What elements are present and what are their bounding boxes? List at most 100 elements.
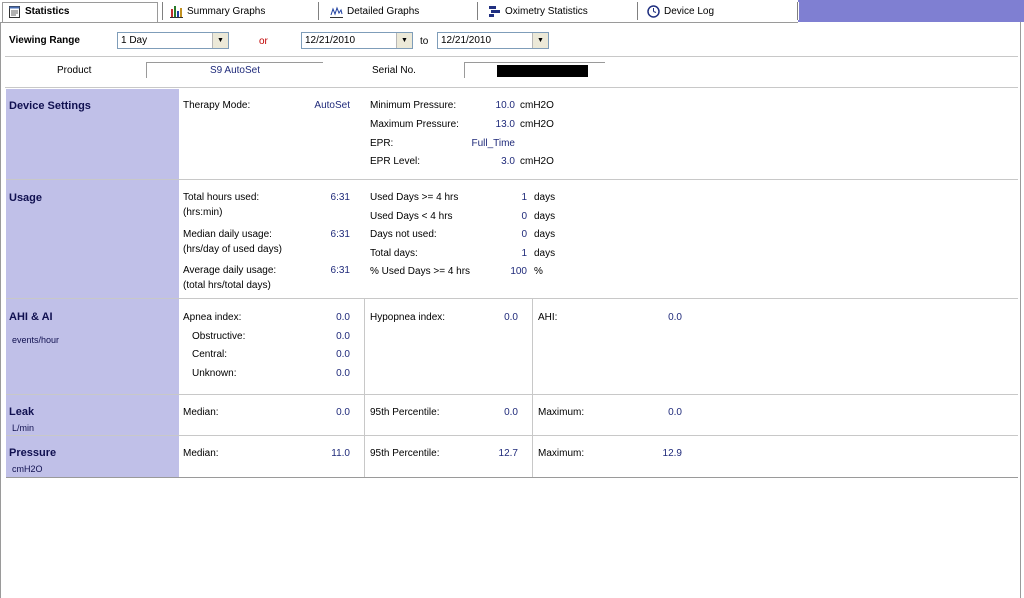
min-pressure-value: 10.0 [495, 100, 515, 111]
tab-oximetry-statistics[interactable]: Oximetry Statistics [488, 2, 588, 21]
to-label: to [420, 36, 429, 47]
max-pressure-value: 13.0 [495, 119, 515, 130]
product-label: Product [57, 65, 92, 76]
not-used-value: 0 [521, 229, 527, 240]
range-select[interactable]: 1 Day ▼ [117, 32, 229, 49]
chevron-down-icon[interactable]: ▼ [396, 33, 412, 48]
days-unit: days [534, 229, 556, 240]
average-usage-label: Average daily usage: [183, 265, 277, 276]
chevron-down-icon[interactable]: ▼ [212, 33, 228, 48]
median-usage-label: Median daily usage: [183, 229, 272, 240]
median-usage-sub: (hrs/day of used days) [183, 244, 282, 255]
average-usage-sub: (total hrs/total days) [183, 280, 271, 291]
document-icon [8, 5, 21, 18]
max-pressure-unit: cmH2O [520, 119, 554, 130]
total-hours-sub: (hrs:min) [183, 207, 223, 218]
serial-field [464, 62, 605, 78]
to-date-picker[interactable]: 12/21/2010 ▼ [437, 32, 549, 49]
therapy-mode-label: Therapy Mode: [183, 100, 251, 111]
tab-device-log[interactable]: Device Log [647, 2, 714, 21]
tab-separator [797, 2, 799, 20]
pct-unit: % [534, 266, 543, 277]
window-right-border [1020, 20, 1021, 598]
section-title: Device Settings [9, 100, 91, 112]
pressure-median-value: 11.0 [331, 448, 350, 459]
serial-redaction [497, 65, 588, 77]
hypopnea-label: Hypopnea index: [370, 312, 446, 323]
from-date-value: 12/21/2010 [305, 35, 356, 46]
divider [5, 87, 1018, 88]
range-select-value: 1 Day [121, 35, 148, 46]
row-divider [6, 435, 1018, 436]
or-label: or [259, 36, 268, 47]
epr-level-unit: cmH2O [520, 156, 554, 167]
line-graph-icon [330, 5, 343, 18]
max-pressure-label: Maximum Pressure: [370, 119, 459, 130]
row-divider [6, 477, 1018, 478]
pressure-p95-value: 12.7 [498, 448, 518, 459]
days-ge4-label: Used Days >= 4 hrs [370, 192, 459, 203]
apnea-index-value: 0.0 [336, 312, 350, 323]
bar-chart-icon [170, 5, 183, 18]
section-subtitle: events/hour [12, 335, 60, 345]
epr-label: EPR: [370, 138, 394, 149]
tab-label: Device Log [664, 6, 715, 17]
min-pressure-label: Minimum Pressure: [370, 100, 457, 111]
tab-summary-graphs[interactable]: Summary Graphs [170, 2, 265, 21]
ahi-value: 0.0 [668, 312, 682, 323]
row-divider [6, 298, 1018, 299]
to-date-value: 12/21/2010 [441, 35, 492, 46]
chevron-down-icon[interactable]: ▼ [532, 33, 548, 48]
epr-value: Full_Time [471, 138, 515, 149]
median-usage-value: 6:31 [330, 229, 350, 240]
section-header-leak: Leak L/min [6, 395, 179, 435]
section-header-pressure: Pressure cmH2O [6, 436, 179, 477]
tab-detailed-graphs[interactable]: Detailed Graphs [330, 2, 419, 21]
tab-label: Detailed Graphs [347, 6, 420, 17]
leak-p95-value: 0.0 [504, 407, 518, 418]
obstructive-value: 0.0 [336, 331, 350, 342]
row-divider [6, 179, 1018, 180]
leak-p95-label: 95th Percentile: [370, 407, 440, 418]
pressure-max-value: 12.9 [662, 448, 682, 459]
viewing-range-label: Viewing Range [9, 35, 80, 46]
days-lt4-value: 0 [521, 211, 527, 222]
epr-level-label: EPR Level: [370, 156, 421, 167]
obstructive-label: Obstructive: [192, 331, 246, 342]
divider [5, 56, 1018, 57]
tab-statistics[interactable]: Statistics [0, 2, 160, 22]
tab-bar: Statistics Summary Graphs Detailed Graph… [0, 0, 1024, 23]
tab-separator [318, 2, 320, 20]
not-used-label: Days not used: [370, 229, 437, 240]
tab-label: Summary Graphs [187, 6, 266, 17]
section-subtitle: cmH2O [12, 464, 43, 474]
section-title: Leak [9, 406, 35, 418]
days-lt4-label: Used Days < 4 hrs [370, 211, 453, 222]
section-title: AHI & AI [9, 311, 53, 323]
clock-icon [647, 5, 660, 18]
leak-median-label: Median: [183, 407, 219, 418]
pct-used-value: 100 [510, 266, 527, 277]
total-days-value: 1 [521, 248, 527, 259]
column-divider [364, 299, 365, 477]
total-hours-value: 6:31 [330, 192, 350, 203]
window-left-border [0, 20, 1, 598]
total-hours-label: Total hours used: [183, 192, 260, 203]
apnea-index-label: Apnea index: [183, 312, 242, 323]
total-days-label: Total days: [370, 248, 418, 259]
central-value: 0.0 [336, 349, 350, 360]
pressure-median-label: Median: [183, 448, 219, 459]
ahi-label: AHI: [538, 312, 558, 323]
central-label: Central: [192, 349, 228, 360]
leak-median-value: 0.0 [336, 407, 350, 418]
epr-level-value: 3.0 [501, 156, 515, 167]
tab-separator [162, 2, 164, 20]
days-unit: days [534, 248, 556, 259]
tab-separator [477, 2, 479, 20]
from-date-picker[interactable]: 12/21/2010 ▼ [301, 32, 413, 49]
section-header-ahi: AHI & AI events/hour [6, 299, 179, 394]
days-ge4-value: 1 [521, 192, 527, 203]
therapy-mode-value: AutoSet [314, 100, 350, 111]
tab-label: Oximetry Statistics [505, 6, 588, 17]
days-unit: days [534, 192, 556, 203]
